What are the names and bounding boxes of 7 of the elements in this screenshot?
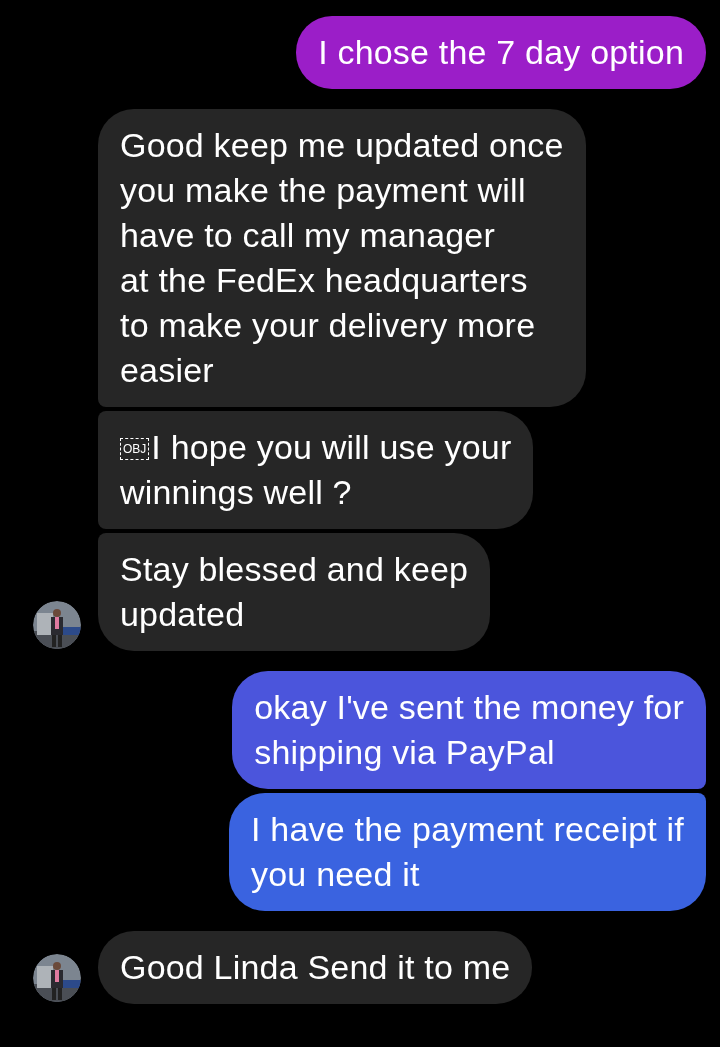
object-placeholder-badge: OBJ <box>120 438 150 460</box>
message-bubble: okay I've sent the money for shipping via PayPal <box>232 671 706 789</box>
message-bubble: I have the payment receipt if you need it <box>229 793 706 911</box>
message-bubble: Good keep me updated once you make the payment will have to call my manager at the FedEx headquarters to make your delivery more easier <box>98 109 586 407</box>
message-bubble: Stay blessed and keep updated <box>98 533 491 651</box>
message-bubble: I chose the 7 day option <box>296 16 706 89</box>
message-bubble: Good Linda Send it to me <box>98 931 533 1004</box>
